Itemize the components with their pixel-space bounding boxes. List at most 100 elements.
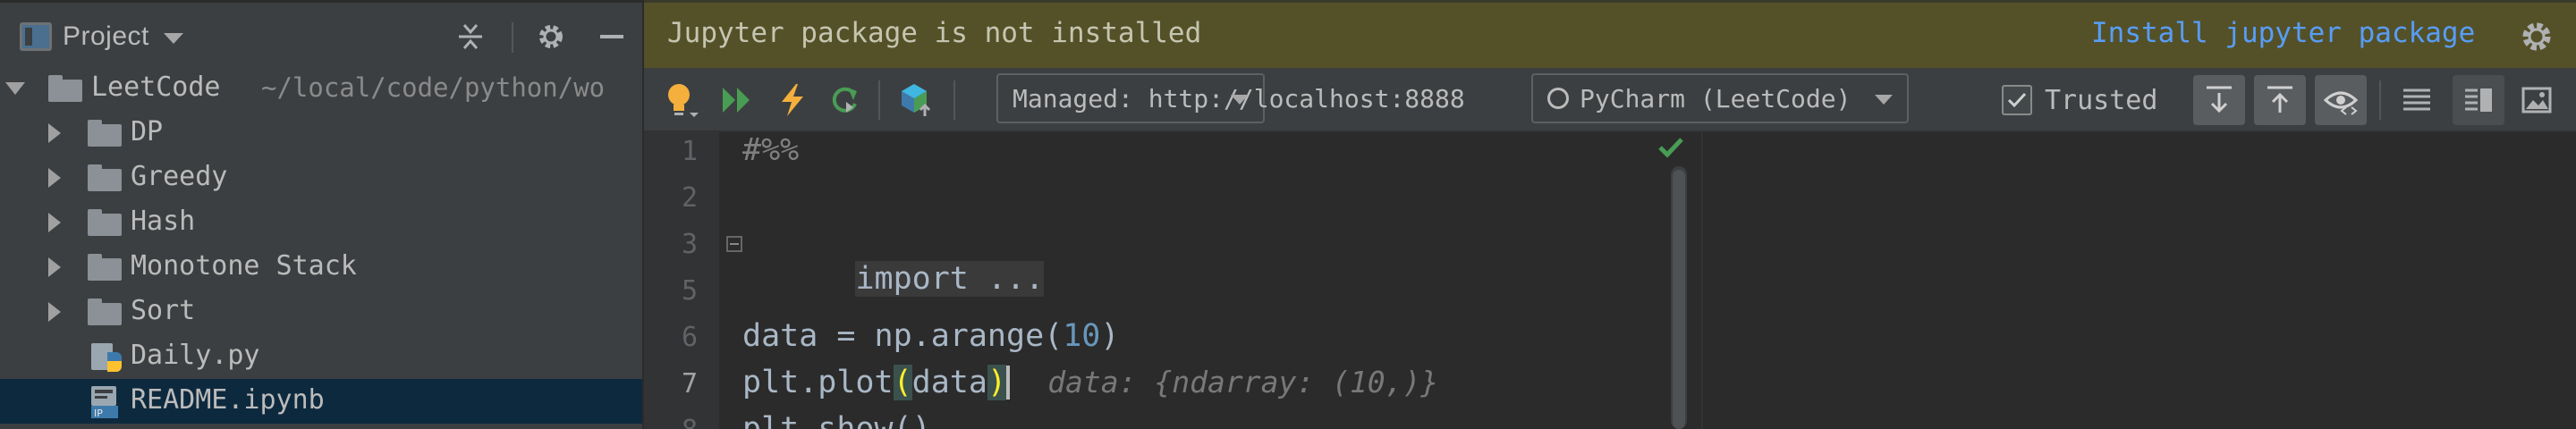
upload-icon [2267, 86, 2292, 113]
expand-arrow-icon[interactable] [48, 123, 61, 143]
matched-bracket: ( [893, 365, 912, 400]
expand-arrow-icon[interactable] [5, 82, 25, 95]
tree-item-daily-py[interactable]: Daily.py [0, 334, 642, 379]
expand-arrow-icon[interactable] [48, 168, 61, 188]
number-literal: 10 [1063, 318, 1101, 354]
toolbar-divider [878, 80, 880, 120]
tree-item-monotone-stack[interactable]: Monotone Stack [0, 245, 642, 290]
minimize-icon[interactable] [594, 19, 630, 55]
run-all-icon[interactable] [716, 79, 758, 122]
line-number: 2 [681, 182, 698, 214]
svg-text:IP: IP [94, 408, 103, 419]
jupyter-server-icon[interactable] [894, 79, 937, 122]
lightbulb-icon[interactable] [660, 79, 703, 122]
preview-button[interactable] [2315, 75, 2367, 125]
code-line-6: data = np.arange(10) [742, 318, 1119, 354]
download-icon [2207, 86, 2232, 114]
folder-icon [88, 120, 122, 147]
tree-root-path: ~/local/code/python/wo [261, 72, 606, 103]
tree-item-label: Hash [131, 206, 196, 237]
kernel-selector[interactable]: PyCharm (LeetCode) [1531, 73, 1909, 123]
project-tool-window: Project LeetCode ~/local/code/python/wo … [0, 0, 642, 429]
notebook-toolbar: Managed: http://localhost:8888 PyCharm (… [644, 68, 2576, 132]
scrollbar-thumb[interactable] [1673, 170, 1685, 429]
tree-item-label: Daily.py [131, 340, 260, 371]
tree-item-label: DP [131, 116, 164, 147]
jupyter-server-selector[interactable]: Managed: http://localhost:8888 [996, 73, 1465, 123]
line-number: 6 [681, 322, 698, 353]
code-text: ) [1100, 318, 1120, 354]
code-text: data = np.arange( [742, 318, 1063, 354]
tree-item-label: Monotone Stack [131, 250, 357, 282]
tree-root-name: LeetCode [91, 72, 221, 103]
gear-icon[interactable] [2519, 19, 2555, 55]
folder-icon [48, 75, 82, 102]
preview-pane [1701, 132, 2576, 429]
split-view-button[interactable] [2453, 75, 2504, 125]
expand-arrow-icon[interactable] [48, 213, 61, 232]
kernel-status-icon [1547, 88, 1569, 109]
interrupt-kernel-icon[interactable] [771, 79, 814, 122]
code-text: data [911, 365, 987, 400]
project-window-icon [20, 22, 52, 51]
tree-item-label: Sort [131, 295, 196, 326]
tree-item-readme-ipynb[interactable]: IP README.ipynb [0, 379, 642, 424]
preview-only-icon[interactable] [2515, 79, 2558, 122]
checkmark-icon [1657, 134, 1687, 161]
collapse-all-icon[interactable] [453, 19, 488, 55]
notification-banner: Jupyter package is not installed Install… [644, 0, 2576, 68]
editor-only-icon[interactable] [2395, 79, 2438, 122]
restart-kernel-icon[interactable] [823, 79, 866, 122]
header-divider [512, 22, 513, 53]
python-file-icon [89, 341, 125, 377]
code-line-7: plt.plot(data) data: {ndarray: (10,)} [742, 365, 1438, 400]
eye-icon [2323, 91, 2359, 115]
code-line-3[interactable]: import ... [726, 225, 1045, 332]
notebook-editor: Jupyter package is not installed Install… [644, 0, 2576, 429]
folder-icon [88, 299, 122, 325]
line-number: 1 [681, 136, 698, 167]
split-view-icon [2465, 88, 2492, 112]
install-jupyter-link[interactable]: Install jupyter package [2091, 17, 2475, 49]
line-number: 8 [682, 415, 698, 429]
tree-item-hash[interactable]: Hash [0, 200, 642, 245]
fold-toggle-icon[interactable] [726, 236, 742, 252]
trusted-label: Trusted [2045, 84, 2158, 116]
matched-bracket: ) [987, 365, 1007, 400]
line-number: 5 [681, 275, 698, 307]
tree-item-greedy[interactable]: Greedy [0, 156, 642, 200]
kernel-label: PyCharm (LeetCode) [1580, 83, 1852, 114]
folded-imports[interactable]: import ... [855, 261, 1045, 297]
trusted-checkbox[interactable]: Trusted [2002, 80, 2157, 120]
tree-item-label: Greedy [131, 161, 228, 192]
code-area[interactable]: #%% import ... data = np.arange(10) plt.… [719, 132, 1631, 429]
folder-icon [88, 254, 122, 281]
toolbar-divider [2379, 80, 2381, 120]
tree-item-label: README.ipynb [131, 384, 325, 416]
checkbox-checked-icon[interactable] [2002, 85, 2032, 115]
chevron-down-icon [1231, 95, 1249, 105]
chevron-down-icon[interactable] [163, 33, 183, 44]
expand-arrow-icon[interactable] [48, 257, 61, 277]
line-number-current: 7 [681, 368, 698, 400]
project-title: Project [63, 21, 149, 51]
toolbar-divider [953, 80, 955, 120]
folder-icon [88, 164, 122, 191]
code-line-8: plt.show() [742, 411, 931, 429]
tree-item-dp[interactable]: DP [0, 111, 642, 156]
upload-button[interactable] [2254, 75, 2306, 125]
project-view-selector[interactable]: Project [20, 19, 183, 55]
project-header: Project [0, 0, 642, 68]
line-number: 3 [681, 229, 698, 260]
inlay-hint: data: {ndarray: (10,)} [1047, 365, 1439, 400]
chevron-down-icon [1875, 95, 1893, 105]
tree-item-sort[interactable]: Sort [0, 290, 642, 334]
line-number-gutter: 1 2 3 5 6 7 8 [644, 132, 719, 429]
notebook-file-icon: IP [89, 384, 125, 424]
expand-arrow-icon[interactable] [48, 302, 61, 322]
download-button[interactable] [2193, 75, 2245, 125]
tree-root-leetcode[interactable]: LeetCode ~/local/code/python/wo [0, 66, 642, 111]
folder-icon [88, 209, 122, 236]
gear-icon[interactable] [533, 19, 569, 55]
banner-message: Jupyter package is not installed [667, 17, 1202, 49]
